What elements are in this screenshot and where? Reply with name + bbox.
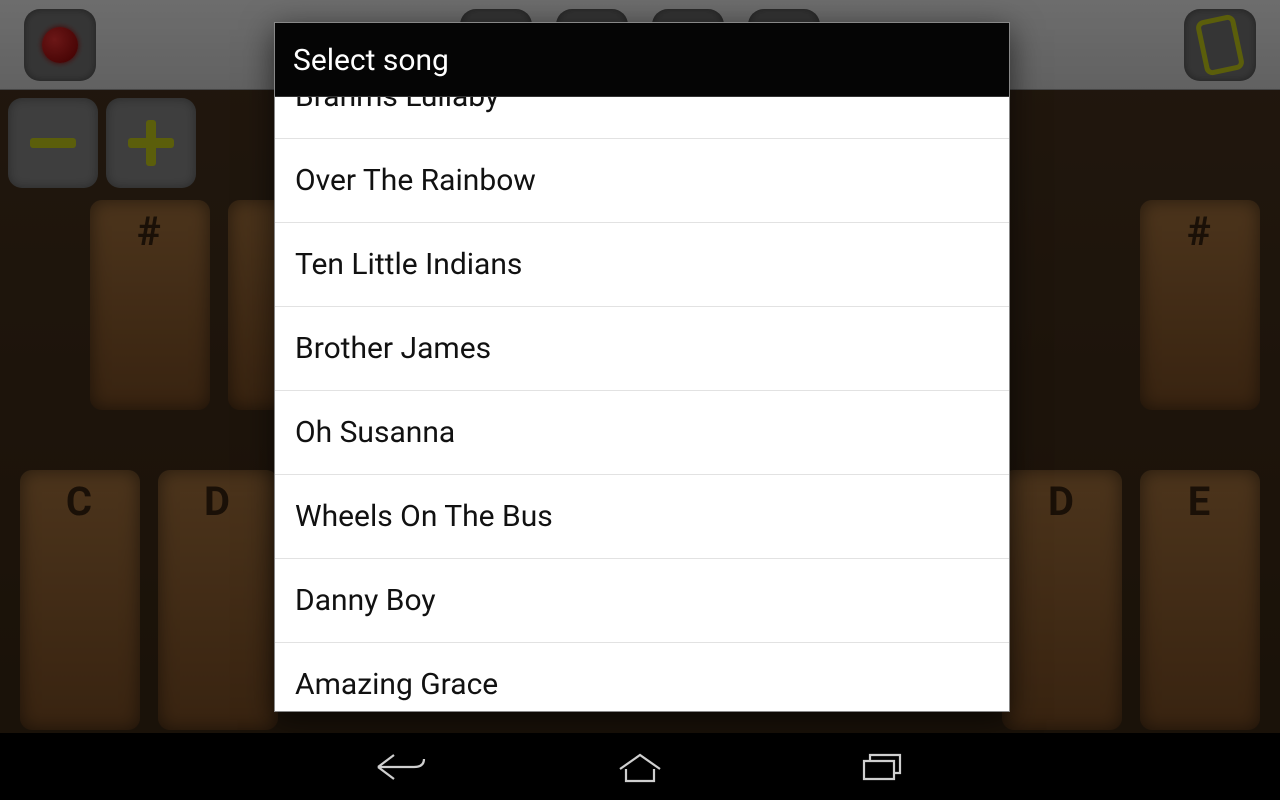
nav-back-button[interactable] — [370, 749, 430, 785]
song-item[interactable]: Brahms Lullaby — [275, 97, 1009, 139]
song-item[interactable]: Oh Susanna — [275, 391, 1009, 475]
select-song-dialog: Select song Brahms Lullaby Over The Rain… — [274, 22, 1010, 712]
nav-recent-button[interactable] — [850, 749, 910, 785]
song-item[interactable]: Brother James — [275, 307, 1009, 391]
android-nav-bar — [0, 733, 1280, 800]
song-item[interactable]: Over The Rainbow — [275, 139, 1009, 223]
nav-home-button[interactable] — [610, 749, 670, 785]
song-item[interactable]: Amazing Grace — [275, 643, 1009, 711]
song-list[interactable]: Brahms Lullaby Over The Rainbow Ten Litt… — [275, 97, 1009, 711]
dialog-title: Select song — [275, 23, 1009, 97]
song-item[interactable]: Ten Little Indians — [275, 223, 1009, 307]
song-item[interactable]: Danny Boy — [275, 559, 1009, 643]
song-item[interactable]: Wheels On The Bus — [275, 475, 1009, 559]
